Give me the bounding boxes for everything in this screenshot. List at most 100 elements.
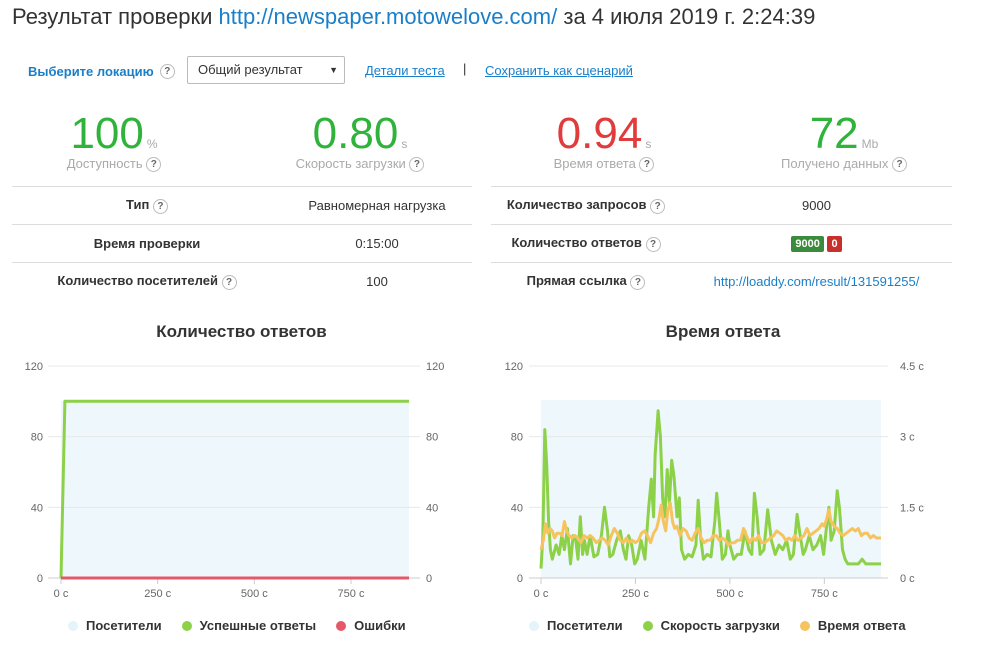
toolbar-separator: |	[463, 61, 467, 76]
y-tick-label-left: 0	[37, 573, 43, 585]
tested-url-link[interactable]: http://newspaper.motowelove.com/	[219, 4, 558, 29]
x-tick-label: 500 с	[241, 588, 268, 600]
y-tick-label-right: 3 с	[900, 432, 915, 444]
help-icon[interactable]: ?	[645, 236, 661, 252]
help-icon[interactable]: ?	[146, 157, 162, 173]
metric-load-speed: 0.80 s Скорость загрузки ?	[250, 109, 470, 173]
info-key-text: Количество посетителей	[57, 273, 218, 289]
x-tick-label: 250 с	[144, 588, 171, 600]
help-icon[interactable]: ?	[159, 63, 175, 79]
info-table-left: Тип ? Равномерная нагрузка Время проверк…	[12, 186, 472, 300]
legend-dot	[799, 620, 810, 631]
error-count-badge: 0	[827, 236, 842, 252]
chart-title-response-time: Время ответа	[665, 322, 781, 341]
legend-item[interactable]: Посетители	[529, 618, 623, 633]
info-key-text: Тип	[126, 197, 150, 213]
info-key: Количество запросов ?	[491, 186, 681, 225]
x-tick-label: 0 с	[54, 588, 69, 600]
legend-response-time: Посетители Скорость загрузки Время ответ…	[529, 618, 926, 633]
y-tick-label-left: 40	[511, 502, 523, 514]
table-row: Количество посетителей ? 100	[12, 262, 472, 300]
metric-value: 0.80	[312, 109, 399, 158]
y-tick-label-left: 120	[25, 361, 43, 373]
legend-label: Время ответа	[817, 618, 906, 633]
title-prefix: Результат проверки	[12, 4, 213, 29]
legend-dot	[181, 620, 192, 631]
metric-availability: 100% Доступность ?	[4, 109, 224, 173]
y-tick-label-right: 0 с	[900, 573, 915, 585]
y-tick-label-left: 80	[31, 432, 43, 444]
location-selector: Выберите локацию ?	[28, 56, 175, 86]
y-tick-label-right: 120	[426, 361, 444, 373]
x-tick-label: 500 с	[716, 588, 743, 600]
metric-label: Время ответа	[553, 156, 636, 171]
legend-dot	[336, 620, 347, 631]
y-tick-label-left: 0	[517, 573, 523, 585]
y-tick-label-left: 40	[31, 502, 43, 514]
info-value: 0:15:00	[282, 224, 472, 263]
y-tick-label-right: 40	[426, 502, 438, 514]
info-key: Количество посетителей ?	[12, 262, 282, 300]
info-key: Тип ?	[12, 186, 282, 225]
help-icon[interactable]: ?	[152, 198, 168, 214]
table-row: Количество ответов ? 9000 0	[491, 224, 952, 263]
help-icon[interactable]: ?	[630, 274, 646, 290]
responses-chart: 0 0 40 40 80 80 120 120 0 с 250 с 500 с 750 с	[25, 361, 445, 600]
legend-label: Скорость загрузки	[660, 618, 780, 633]
legend-dot	[68, 620, 78, 631]
legend-label: Посетители	[86, 618, 162, 633]
table-row: Количество запросов ? 9000	[491, 186, 952, 225]
y-tick-label-right: 4.5 с	[900, 361, 924, 373]
metric-data-received: 72 Mb Получено данных ?	[734, 109, 954, 173]
info-value: Равномерная нагрузка	[282, 186, 472, 225]
table-row: Тип ? Равномерная нагрузка	[12, 186, 472, 225]
info-value: 9000 0	[681, 224, 952, 263]
help-icon[interactable]: ?	[221, 274, 237, 290]
y-tick-label-right: 80	[426, 432, 438, 444]
response-time-chart: 0 0 с 40 1.5 с 80 3 с 120 4.5 с 0 с 250 с 500 с 750…	[505, 361, 925, 600]
metric-value: 100	[70, 109, 144, 158]
legend-item[interactable]: Ошибки	[336, 618, 406, 633]
metric-label: Скорость загрузки	[295, 156, 406, 171]
success-count-badge: 9000	[791, 236, 824, 252]
y-tick-label-left: 80	[511, 432, 523, 444]
metric-response-time: 0.94 s Время ответа ?	[494, 110, 714, 173]
metric-label: Получено данных	[780, 156, 889, 171]
legend-dot	[642, 620, 653, 631]
location-select[interactable]: Общий результат ▼	[187, 56, 345, 84]
chart-title-responses: Количество ответов	[156, 322, 327, 341]
table-row: Время проверки 0:15:00	[12, 224, 472, 263]
info-key: Прямая ссылка ?	[491, 262, 681, 300]
metric-value: 72	[809, 109, 859, 158]
x-tick-label: 0 с	[534, 588, 549, 600]
help-icon[interactable]: ?	[892, 157, 908, 173]
legend-label: Посетители	[547, 618, 623, 633]
legend-item[interactable]: Время ответа	[799, 618, 906, 633]
save-as-scenario-link[interactable]: Сохранить как сценарий	[485, 63, 633, 78]
legend-label: Успешные ответы	[199, 618, 317, 633]
page-title: Результат проверки http://newspaper.moto…	[12, 4, 815, 30]
legend-dot	[529, 620, 539, 631]
legend-item[interactable]: Посетители	[68, 618, 162, 633]
help-icon[interactable]: ?	[650, 198, 666, 214]
legend-item[interactable]: Успешные ответы	[181, 618, 317, 633]
plot-background	[61, 401, 409, 578]
test-details-link[interactable]: Детали теста	[365, 63, 445, 78]
direct-link[interactable]: http://loaddy.com/result/131591255/	[714, 274, 920, 289]
info-key-text: Прямая ссылка	[526, 273, 627, 289]
info-value: 9000	[681, 186, 952, 225]
y-tick-label-right: 0	[426, 573, 432, 585]
help-icon[interactable]: ?	[409, 157, 425, 173]
legend-item[interactable]: Скорость загрузки	[642, 618, 780, 633]
table-row: Прямая ссылка ? http://loaddy.com/result…	[491, 262, 952, 300]
y-tick-label-right: 1.5 с	[900, 502, 924, 514]
info-key-text: Количество ответов	[511, 235, 642, 251]
metric-unit: %	[146, 137, 158, 151]
legend-responses: Посетители Успешные ответы Ошибки	[68, 618, 426, 633]
dropdown-arrow-icon: ▼	[329, 65, 338, 75]
info-key: Количество ответов ?	[491, 224, 681, 263]
help-icon[interactable]: ?	[639, 157, 655, 173]
title-date: за 4 июля 2019 г. 2:24:39	[563, 4, 816, 29]
info-value: 100	[282, 262, 472, 300]
metric-label: Доступность	[66, 156, 143, 171]
